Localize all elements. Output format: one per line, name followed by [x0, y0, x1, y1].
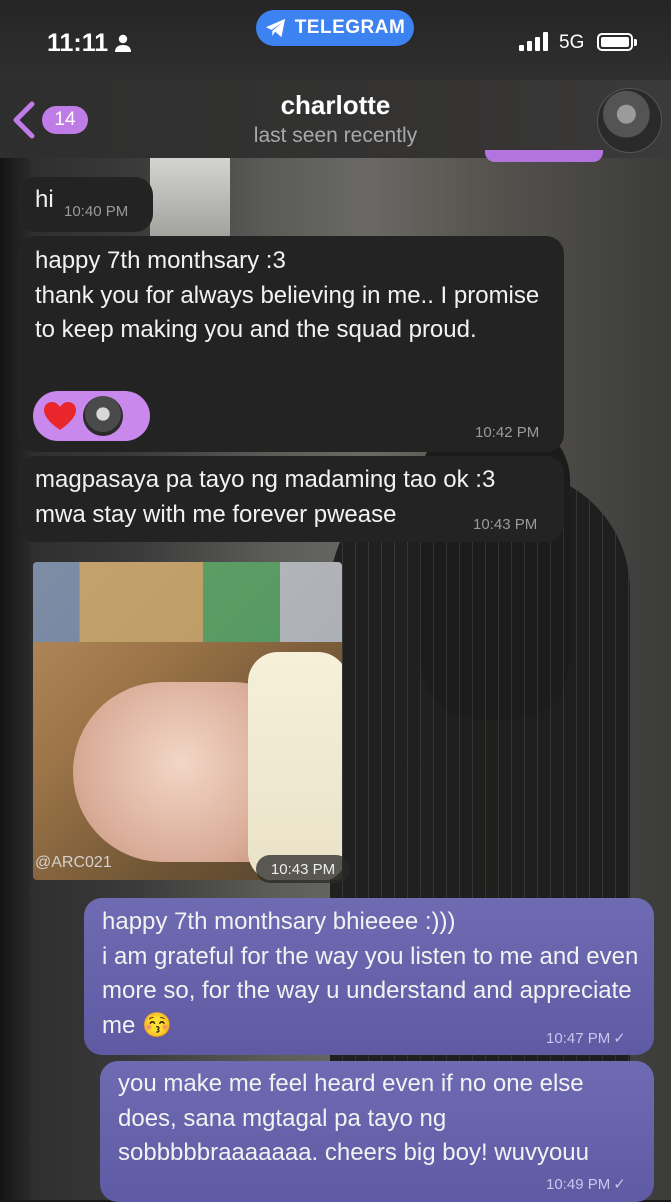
telegram-pill-label: TELEGRAM	[294, 17, 406, 38]
message-time: 10:43 PM	[256, 855, 350, 883]
message-time: 10:40 PM	[64, 203, 129, 220]
incoming-message[interactable]: happy 7th monthsary :3 thank you for alw…	[17, 236, 564, 452]
telegram-pill[interactable]: TELEGRAM	[256, 10, 414, 46]
heart-icon	[44, 402, 76, 430]
contact-avatar[interactable]	[597, 88, 662, 153]
status-time: 11:11	[47, 29, 109, 57]
reactor-avatar	[83, 396, 123, 436]
battery-icon	[597, 33, 637, 51]
message-time-text: 10:49 PM	[546, 1176, 611, 1193]
message-text: you make me feel heard even if no one el…	[118, 1070, 589, 1166]
message-time: 10:49 PM ✓	[546, 1175, 626, 1193]
back-chevron-icon	[13, 101, 35, 139]
status-bar: 11:11 TELEGRAM 5G	[0, 0, 671, 80]
incoming-message[interactable]: hi 10:40 PM	[17, 177, 153, 232]
chat-header: charlotte last seen recently 14	[0, 80, 671, 158]
message-time: 10:47 PM ✓	[546, 1029, 626, 1047]
unread-count-badge: 14	[42, 106, 88, 134]
last-seen-status: last seen recently	[253, 124, 418, 147]
outgoing-message[interactable]: you make me feel heard even if no one el…	[100, 1061, 654, 1202]
read-check-icon: ✓	[613, 1030, 626, 1047]
photo-watermark: @ARC021	[35, 854, 112, 871]
message-time: 10:42 PM	[475, 424, 540, 441]
chat-title[interactable]: charlotte	[0, 90, 671, 121]
outgoing-message[interactable]: happy 7th monthsary bhieeee :))) i am gr…	[84, 898, 654, 1055]
telegram-plane-icon	[265, 18, 285, 38]
message-text: happy 7th monthsary :3 thank you for alw…	[35, 247, 540, 343]
photo-message[interactable]: @ARC021	[33, 562, 342, 880]
reaction-pill[interactable]	[33, 391, 150, 441]
message-text: happy 7th monthsary bhieeee :))) i am gr…	[102, 908, 639, 1039]
back-button[interactable]: 14	[8, 100, 88, 140]
read-check-icon: ✓	[613, 1176, 626, 1193]
network-type: 5G	[559, 32, 585, 53]
incoming-message[interactable]: magpasaya pa tayo ng madaming tao ok :3 …	[17, 456, 564, 542]
signal-icon	[519, 31, 548, 51]
message-text: hi	[35, 186, 54, 213]
message-time-text: 10:47 PM	[546, 1030, 611, 1047]
previous-outgoing-bubble-edge	[485, 150, 603, 162]
message-time: 10:43 PM	[473, 516, 538, 533]
person-icon	[115, 34, 131, 52]
